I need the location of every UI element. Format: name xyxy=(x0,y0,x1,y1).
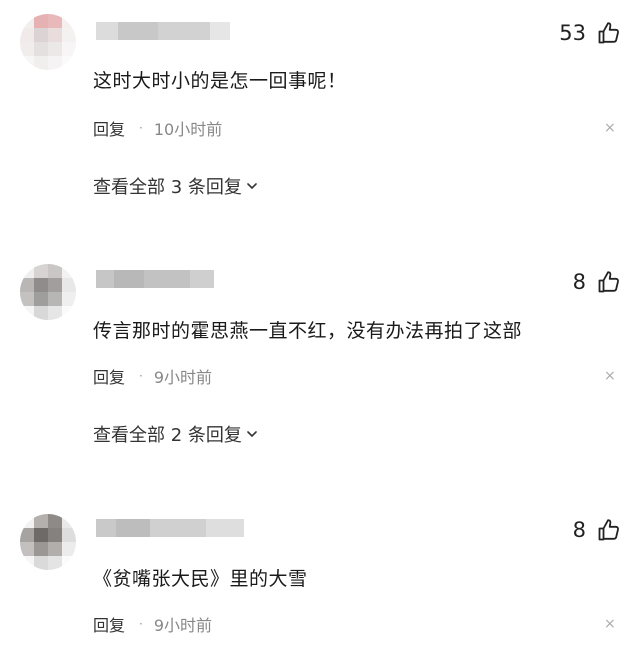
thumbs-up-icon[interactable] xyxy=(597,21,621,45)
view-replies-label: 查看全部 2 条回复 xyxy=(93,425,242,446)
thumbs-up-icon[interactable] xyxy=(597,270,621,294)
comment-1: 53 这时大时小的是怎一回事呢！ 回复 · 10小时前 × 查看全部 3 条回复 xyxy=(0,0,640,210)
separator-dot: · xyxy=(139,369,143,383)
close-icon[interactable]: × xyxy=(604,616,616,632)
view-replies-label: 查看全部 3 条回复 xyxy=(93,177,242,198)
avatar[interactable] xyxy=(20,514,76,570)
avatar[interactable] xyxy=(20,264,76,320)
like-count: 8 xyxy=(572,518,586,542)
like-count: 53 xyxy=(559,21,586,45)
username-blurred[interactable] xyxy=(96,519,244,537)
close-icon[interactable]: × xyxy=(604,368,616,384)
reply-button[interactable]: 回复 xyxy=(93,364,125,388)
timestamp: 9小时前 xyxy=(153,616,213,635)
comment-text: 传言那时的霍思燕一直不红，没有办法再拍了这部 xyxy=(93,320,523,342)
separator-dot: · xyxy=(139,121,143,135)
username-blurred[interactable] xyxy=(96,270,214,288)
reply-button[interactable]: 回复 xyxy=(93,612,125,636)
like-count: 8 xyxy=(572,270,586,294)
comment-meta: 回复 · 9小时前 xyxy=(93,612,212,636)
avatar[interactable] xyxy=(20,14,76,70)
comment-meta: 回复 · 9小时前 xyxy=(93,364,212,388)
chevron-down-icon xyxy=(247,183,257,189)
username-blurred[interactable] xyxy=(96,22,230,40)
comment-2: 8 传言那时的霍思燕一直不红，没有办法再拍了这部 回复 · 9小时前 × 查看全… xyxy=(0,250,640,460)
timestamp: 9小时前 xyxy=(153,368,213,387)
chevron-down-icon xyxy=(247,431,257,437)
view-replies-button[interactable]: 查看全部 2 条回复 xyxy=(93,421,258,447)
thumbs-up-icon[interactable] xyxy=(597,518,621,542)
reply-button[interactable]: 回复 xyxy=(93,116,125,140)
timestamp: 10小时前 xyxy=(153,120,223,139)
close-icon[interactable]: × xyxy=(604,120,616,136)
separator-dot: · xyxy=(139,617,143,631)
comment-text: 这时大时小的是怎一回事呢！ xyxy=(93,70,347,92)
comment-meta: 回复 · 10小时前 xyxy=(93,116,222,140)
comment-text: 《贫嘴张大民》里的大雪 xyxy=(93,568,308,590)
comment-3: 8 《贫嘴张大民》里的大雪 回复 · 9小时前 × xyxy=(0,500,640,656)
view-replies-button[interactable]: 查看全部 3 条回复 xyxy=(93,173,258,199)
